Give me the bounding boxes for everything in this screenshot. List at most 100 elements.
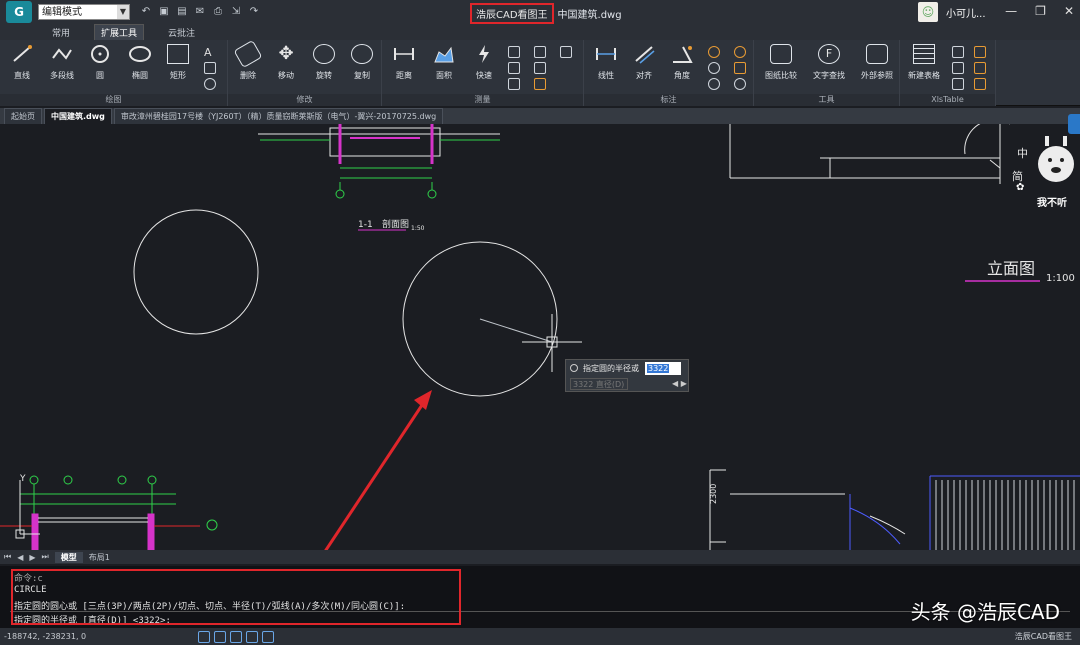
avatar[interactable]: ☺	[918, 2, 938, 22]
table-import-icon[interactable]	[952, 46, 964, 58]
rectangle-tool-button[interactable]: 矩形	[158, 44, 198, 81]
app-logo-icon[interactable]: G	[6, 1, 32, 23]
diameter-option-label: 直径(D)	[595, 379, 625, 389]
doc-tab-other[interactable]: 审改漳州碧桂园17号楼（YJ260T）（精）质量窃断莱斯版（电气）-翼兴-201…	[113, 108, 444, 124]
radius-option-field[interactable]: 3322 直径(D)	[570, 377, 628, 390]
radius-input-value: 3322	[647, 363, 670, 373]
new-table-button[interactable]: 新建表格	[902, 44, 946, 81]
save-icon[interactable]: ▤	[176, 6, 188, 18]
erase-tool-button[interactable]: 删除	[228, 39, 268, 81]
tab-layout-1[interactable]: 布局1	[83, 552, 116, 563]
zoom-icon[interactable]	[198, 630, 211, 643]
tab-home[interactable]: 常用	[46, 25, 76, 40]
radius-rubber-band	[479, 318, 553, 343]
window-controls: — ❐ ✕	[1005, 4, 1074, 18]
doc-tab-start[interactable]: 起始页	[4, 108, 42, 124]
angle-dim-tool-button[interactable]: 角度	[662, 44, 702, 81]
group-label-draw: 绘图	[0, 94, 227, 106]
tab-model[interactable]: 模型	[54, 551, 83, 563]
measure-angle-icon[interactable]	[508, 78, 520, 90]
fullscreen-icon[interactable]	[262, 630, 275, 643]
email-icon[interactable]: ✉	[194, 6, 206, 18]
ribbon-group-modify: 删除 ✥ 移动 旋转 复制 修改	[228, 39, 382, 106]
print-icon[interactable]: ⎙	[212, 6, 224, 18]
ribbon-group-tools: 图纸比较 F 文字查找 外部参照 工具	[754, 40, 900, 106]
radius-input[interactable]: 3322	[645, 361, 681, 375]
table-edit-icon[interactable]	[952, 78, 964, 90]
tab-extended-tools[interactable]: 扩展工具	[94, 24, 145, 40]
radius-input-tooltip[interactable]: 指定圆的半径或 3322 3322 直径(D) ◀ ▶	[565, 359, 689, 392]
quick-measure-tool-button[interactable]: 快速	[464, 44, 504, 81]
move-tool-button[interactable]: ✥ 移动	[266, 44, 306, 81]
ordinate-dim-icon[interactable]	[734, 62, 746, 74]
table-update-icon[interactable]	[974, 78, 986, 90]
area-tool-button[interactable]: 面积	[424, 44, 464, 81]
ellipse-tool-button[interactable]: 椭圆	[120, 44, 160, 81]
app-name: 浩辰CAD看图王	[470, 3, 554, 24]
measure-arc-icon[interactable]	[508, 46, 520, 58]
option-nav-arrows[interactable]: ◀ ▶	[672, 379, 687, 388]
table-export-icon[interactable]	[952, 62, 964, 74]
measure-settings-icon[interactable]	[534, 78, 546, 90]
measure-length-icon[interactable]	[534, 62, 546, 74]
copy-tool-button[interactable]: 复制	[342, 44, 382, 81]
pan-icon[interactable]	[214, 630, 227, 643]
line-tool-button[interactable]: 直线	[2, 44, 42, 81]
restore-button[interactable]: ❐	[1035, 4, 1046, 18]
prev-layout-icon[interactable]: ◀	[17, 553, 23, 562]
ribbon-group-measure: 距离 面积 快速 测量	[382, 40, 584, 106]
quick-measure-icon	[473, 44, 495, 64]
compare-drawings-button[interactable]: 图纸比较	[758, 44, 804, 81]
measure-radius-icon[interactable]	[508, 62, 520, 74]
group-label-modify: 修改	[228, 94, 381, 106]
export-icon[interactable]: ⇲	[230, 6, 242, 18]
polyline-tool-button[interactable]: 多段线	[42, 44, 82, 81]
measure-coord-icon[interactable]	[534, 46, 546, 58]
measure-table-icon[interactable]	[560, 46, 572, 58]
minimize-button[interactable]: —	[1005, 4, 1017, 18]
open-icon[interactable]: ▣	[158, 6, 170, 18]
side-text-2: 简	[1012, 169, 1023, 183]
xref-button[interactable]: 外部参照	[854, 44, 900, 81]
angle-dim-icon	[671, 44, 693, 64]
cursor-coordinates: -188742, -238231, 0	[4, 632, 87, 641]
rotate-tool-button[interactable]: 旋转	[304, 44, 344, 81]
redo-icon[interactable]: ↷	[248, 6, 260, 18]
doc-tab-current[interactable]: 中国建筑.dwg	[44, 108, 112, 124]
mode-select[interactable]: 编辑模式 ▼	[38, 4, 130, 20]
linear-dim-tool-button[interactable]: 线性	[586, 44, 626, 81]
ribbon-group-annotation: 线性 对齐 角度 标注	[584, 40, 754, 106]
ortho-icon[interactable]	[246, 630, 259, 643]
radius-dim-icon[interactable]	[708, 46, 720, 58]
circle-entity-1[interactable]	[133, 209, 259, 335]
revcloud-icon[interactable]	[204, 78, 216, 90]
group-label-xlstable: XlsTable	[900, 94, 995, 106]
first-layout-icon[interactable]: ⏮	[4, 552, 11, 562]
table-format-icon[interactable]	[974, 62, 986, 74]
text-search-button[interactable]: F 文字查找	[806, 44, 852, 81]
drawing-canvas[interactable]: 1-1 剖面图 1:50 中 简 我不听 ✿ 立面图 1:100 Y 2300 …	[0, 124, 1080, 550]
side-panel-toggle-icon[interactable]	[1068, 114, 1080, 134]
text-icon[interactable]: A	[204, 46, 216, 59]
undo-icon[interactable]: ↶	[140, 6, 152, 18]
snap-icon[interactable]	[230, 630, 243, 643]
distance-tool-button[interactable]: 距离	[384, 44, 424, 81]
chevron-down-icon[interactable]: ▼	[117, 5, 129, 19]
arc-dim-icon[interactable]	[708, 78, 720, 90]
leader-icon[interactable]	[734, 46, 746, 58]
diameter-dim-icon[interactable]	[708, 62, 720, 74]
last-layout-icon[interactable]: ⏭	[42, 552, 49, 562]
hatch-icon[interactable]	[204, 62, 216, 74]
circle-icon	[89, 44, 111, 64]
user-area[interactable]: ☺ 小可儿...	[918, 2, 986, 22]
next-layout-icon[interactable]: ▶	[29, 553, 35, 562]
circle-tool-button[interactable]: 圆	[80, 44, 120, 81]
tab-cloud-annotation[interactable]: 云批注	[162, 25, 201, 40]
elevation-title: 立面图	[987, 259, 1035, 278]
aligned-dim-tool-button[interactable]: 对齐	[624, 44, 664, 81]
table-sync-icon[interactable]	[974, 46, 986, 58]
title-bar: G 编辑模式 ▼ ↶ ▣ ▤ ✉ ⎙ ⇲ ↷ 浩辰CAD看图王 中国建筑.dwg…	[0, 0, 1080, 24]
copy-tool-label: 复制	[354, 71, 370, 80]
close-button[interactable]: ✕	[1064, 4, 1074, 18]
center-mark-icon[interactable]	[734, 78, 746, 90]
